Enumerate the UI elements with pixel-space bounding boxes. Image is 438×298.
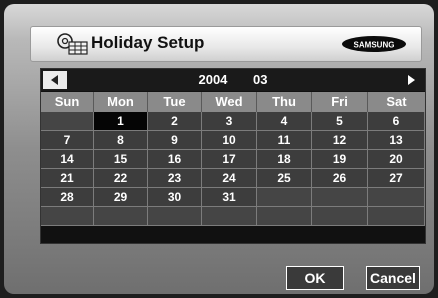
day-cell	[148, 207, 202, 226]
calendar-panel: 2004 03 Sun Mon Tue Wed Thu Fri Sat 1 2	[40, 68, 426, 244]
day-cell[interactable]: 14	[41, 150, 94, 169]
day-cell	[41, 112, 94, 131]
day-cell[interactable]: 5	[312, 112, 368, 131]
weekday-label: Sat	[368, 92, 425, 112]
current-month-label: 2004 03	[41, 72, 425, 87]
weekday-label: Tue	[148, 92, 202, 112]
day-cell[interactable]: 30	[148, 188, 202, 207]
weekday-label: Mon	[94, 92, 148, 112]
day-cell[interactable]: 26	[312, 169, 368, 188]
day-cell[interactable]: 16	[148, 150, 202, 169]
day-cell[interactable]: 29	[94, 188, 148, 207]
day-cell[interactable]: 9	[148, 131, 202, 150]
title-bar: Holiday Setup SAMSUNG	[30, 26, 422, 62]
day-cell[interactable]: 2	[148, 112, 202, 131]
calendar-week	[41, 207, 425, 226]
day-cell[interactable]: 1	[94, 112, 148, 131]
day-cell[interactable]: 3	[202, 112, 257, 131]
day-cell[interactable]: 4	[257, 112, 312, 131]
next-month-button[interactable]	[399, 71, 423, 89]
month-navigation: 2004 03	[41, 69, 425, 91]
calendar-week: 1 2 3 4 5 6	[41, 112, 425, 131]
dialog-title: Holiday Setup	[91, 33, 205, 52]
weekday-label: Sun	[41, 92, 94, 112]
day-cell[interactable]: 22	[94, 169, 148, 188]
arrow-right-icon	[408, 75, 415, 85]
day-cell[interactable]: 18	[257, 150, 312, 169]
weekday-label: Fri	[312, 92, 368, 112]
day-cell[interactable]: 20	[368, 150, 425, 169]
day-cell[interactable]: 7	[41, 131, 94, 150]
holiday-calendar-icon	[55, 32, 89, 56]
day-cell[interactable]: 12	[312, 131, 368, 150]
weekday-header: Sun Mon Tue Wed Thu Fri Sat	[41, 92, 425, 112]
day-cell	[257, 188, 312, 207]
day-cell[interactable]: 28	[41, 188, 94, 207]
month-label: 03	[253, 72, 268, 87]
day-cell[interactable]: 27	[368, 169, 425, 188]
year-label: 2004	[198, 72, 228, 87]
calendar-week: 21 22 23 24 25 26 27	[41, 169, 425, 188]
calendar-week: 7 8 9 10 11 12 13	[41, 131, 425, 150]
day-cell[interactable]: 31	[202, 188, 257, 207]
calendar-week: 14 15 16 17 18 19 20	[41, 150, 425, 169]
ok-button[interactable]: OK	[286, 266, 344, 290]
day-cell[interactable]: 13	[368, 131, 425, 150]
day-cell[interactable]: 10	[202, 131, 257, 150]
weekday-label: Thu	[257, 92, 312, 112]
day-cell	[41, 207, 94, 226]
day-cell[interactable]: 21	[41, 169, 94, 188]
day-cell[interactable]: 19	[312, 150, 368, 169]
day-cell[interactable]: 23	[148, 169, 202, 188]
day-cell[interactable]: 6	[368, 112, 425, 131]
day-cell[interactable]: 25	[257, 169, 312, 188]
weekday-label: Wed	[202, 92, 257, 112]
calendar-week: 28 29 30 31	[41, 188, 425, 207]
svg-text:SAMSUNG: SAMSUNG	[354, 41, 395, 50]
day-cell[interactable]: 17	[202, 150, 257, 169]
day-grid: 1 2 3 4 5 6 7 8 9 10 11 12 13 14 15 16 1…	[41, 112, 425, 226]
day-cell	[94, 207, 148, 226]
day-cell	[312, 188, 368, 207]
day-cell	[202, 207, 257, 226]
dialog-frame: Holiday Setup SAMSUNG 2004 03 Sun Mon Tu…	[4, 4, 434, 294]
day-cell	[257, 207, 312, 226]
day-cell	[368, 207, 425, 226]
day-cell[interactable]: 15	[94, 150, 148, 169]
day-cell[interactable]: 24	[202, 169, 257, 188]
day-cell	[368, 188, 425, 207]
day-cell[interactable]: 11	[257, 131, 312, 150]
cancel-button[interactable]: Cancel	[366, 266, 420, 290]
samsung-logo: SAMSUNG	[341, 35, 407, 53]
day-cell	[312, 207, 368, 226]
day-cell[interactable]: 8	[94, 131, 148, 150]
